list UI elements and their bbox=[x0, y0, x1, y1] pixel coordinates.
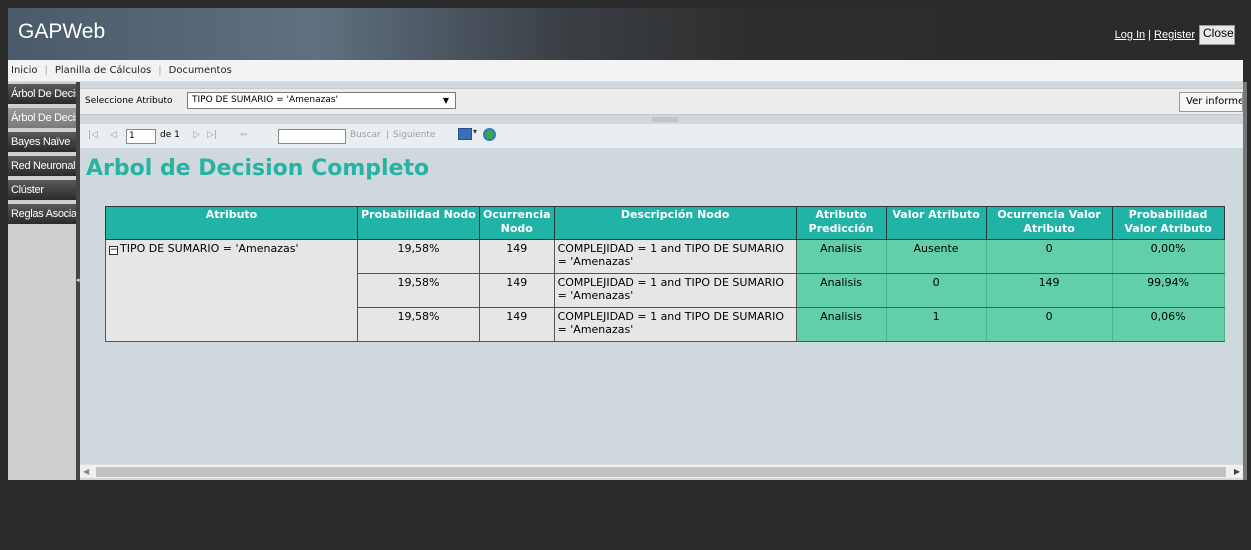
login-separator: | bbox=[1148, 29, 1152, 41]
close-button[interactable]: Close bbox=[1199, 25, 1235, 45]
column-header: Probabilidad Valor Atributo bbox=[1111, 206, 1225, 240]
find-next-link[interactable]: Siguiente bbox=[393, 130, 435, 140]
register-link[interactable]: Register bbox=[1154, 29, 1195, 41]
column-header: Descripción Nodo bbox=[553, 206, 797, 240]
search-input[interactable] bbox=[278, 129, 346, 144]
column-header: Valor Atributo bbox=[885, 206, 987, 240]
pred-cell: Analisis bbox=[795, 307, 887, 342]
page: GAPWeb Log In | Register Close Inicio | … bbox=[0, 0, 1251, 550]
login-link[interactable]: Log In bbox=[1115, 29, 1146, 41]
sidebar-item-reglas[interactable]: Reglas Asociación bbox=[8, 204, 76, 224]
prob-value-cell: 0,00% bbox=[1111, 239, 1225, 274]
pred-cell: Analisis bbox=[795, 239, 887, 274]
parameters-bar: Seleccione Atributo TIPO DE SUMARIO = 'A… bbox=[80, 88, 1243, 115]
page-count: de 1 bbox=[160, 130, 180, 140]
prob-value-cell: 0,06% bbox=[1111, 307, 1225, 342]
find-separator: | bbox=[386, 130, 390, 140]
app-title: GAPWeb bbox=[18, 20, 106, 43]
dropdown-arrow-icon: ▼ bbox=[442, 96, 449, 105]
menu-item-planilla[interactable]: Planilla de Cálculos bbox=[55, 65, 151, 76]
prob-cell: 19,58% bbox=[357, 239, 480, 274]
value-cell: 1 bbox=[885, 307, 987, 342]
collapse-toggle-icon[interactable]: − bbox=[109, 246, 118, 255]
previous-page-icon[interactable]: ◁ bbox=[110, 130, 117, 140]
report-canvas: Arbol de Decision Completo Atributo Prob… bbox=[80, 148, 1243, 464]
desc-cell: COMPLEJIDAD = 1 and TIPO DE SUMARIO = 'A… bbox=[553, 273, 797, 308]
sidebar-item-arbol-1[interactable]: Árbol De Decisión bbox=[8, 84, 76, 104]
login-area: Log In | Register Close bbox=[1115, 25, 1235, 45]
occ-value-cell: 0 bbox=[985, 239, 1113, 274]
table-row: − TIPO DE SUMARIO = 'Amenazas' 19,58% 149… bbox=[105, 239, 1225, 342]
sidebar-item-arbol-2[interactable]: Árbol De Decisión bbox=[8, 108, 76, 128]
menu-separator: | bbox=[44, 65, 48, 76]
desc-cell: COMPLEJIDAD = 1 and TIPO DE SUMARIO = 'A… bbox=[553, 239, 797, 274]
decision-tree-table: Atributo Probabilidad Nodo Ocurrencia No… bbox=[105, 206, 1225, 342]
occ-value-cell: 0 bbox=[985, 307, 1113, 342]
first-page-icon[interactable]: |◁ bbox=[88, 130, 98, 140]
attribute-select[interactable]: TIPO DE SUMARIO = 'Amenazas' ▼ bbox=[187, 92, 456, 109]
sidebar-item-red-neuronal[interactable]: Red Neuronal bbox=[8, 156, 76, 176]
occ-value-cell: 149 bbox=[985, 273, 1113, 308]
value-cell: 0 bbox=[885, 273, 987, 308]
column-header: Ocurrencia Valor Atributo bbox=[985, 206, 1113, 240]
last-page-icon[interactable]: ▷| bbox=[207, 130, 217, 140]
back-icon[interactable]: ⇦ bbox=[240, 130, 248, 140]
view-report-button[interactable]: Ver informe bbox=[1179, 92, 1243, 112]
next-page-icon[interactable]: ▷ bbox=[193, 130, 200, 140]
report-title: Arbol de Decision Completo bbox=[86, 156, 430, 181]
export-dropdown-icon[interactable]: ▾ bbox=[473, 127, 477, 136]
table-header-row: Atributo Probabilidad Nodo Ocurrencia No… bbox=[105, 206, 1225, 240]
sidebar-item-cluster[interactable]: Clúster bbox=[8, 180, 76, 200]
menu-separator: | bbox=[158, 65, 162, 76]
occ-cell: 149 bbox=[479, 273, 555, 308]
collapse-parameters-handle[interactable] bbox=[652, 117, 678, 122]
group-cell: − TIPO DE SUMARIO = 'Amenazas' bbox=[105, 239, 358, 342]
occ-cell: 149 bbox=[479, 239, 555, 274]
occ-cell: 149 bbox=[479, 307, 555, 342]
scrollbar-thumb[interactable] bbox=[96, 467, 1226, 477]
scroll-left-icon[interactable]: ◀ bbox=[83, 465, 89, 479]
menu-item-documentos[interactable]: Documentos bbox=[169, 65, 232, 76]
prob-cell: 19,58% bbox=[357, 307, 480, 342]
column-header: Atributo Predicción bbox=[795, 206, 887, 240]
export-save-icon[interactable] bbox=[458, 128, 472, 140]
horizontal-scrollbar[interactable]: ◀ ▶ bbox=[80, 464, 1243, 478]
sidebar: Árbol De Decisión Árbol De Decisión Baye… bbox=[8, 82, 76, 480]
report-toolbar: |◁ ◁ 1 de 1 ▷ ▷| ⇦ Buscar | Siguiente ▾ bbox=[80, 124, 1243, 148]
prob-cell: 19,58% bbox=[357, 273, 480, 308]
column-header: Atributo bbox=[105, 206, 358, 240]
scroll-right-icon[interactable]: ▶ bbox=[1234, 465, 1240, 479]
page-number-input[interactable]: 1 bbox=[126, 129, 156, 144]
find-link[interactable]: Buscar bbox=[350, 130, 381, 140]
pred-cell: Analisis bbox=[795, 273, 887, 308]
column-header: Ocurrencia Nodo bbox=[479, 206, 555, 240]
prob-value-cell: 99,94% bbox=[1111, 273, 1225, 308]
value-cell: Ausente bbox=[885, 239, 987, 274]
sidebar-item-bayes[interactable]: Bayes Naïve bbox=[8, 132, 76, 152]
parameter-label: Seleccione Atributo bbox=[85, 96, 173, 106]
column-header: Probabilidad Nodo bbox=[357, 206, 480, 240]
desc-cell: COMPLEJIDAD = 1 and TIPO DE SUMARIO = 'A… bbox=[553, 307, 797, 342]
report-viewer: Seleccione Atributo TIPO DE SUMARIO = 'A… bbox=[80, 82, 1243, 480]
app-header: GAPWeb Log In | Register Close bbox=[8, 8, 1243, 60]
group-label: TIPO DE SUMARIO = 'Amenazas' bbox=[120, 242, 299, 255]
menu-item-inicio[interactable]: Inicio bbox=[11, 65, 37, 76]
attribute-select-value: TIPO DE SUMARIO = 'Amenazas' bbox=[192, 95, 339, 105]
right-splitter bbox=[1243, 82, 1247, 480]
refresh-icon[interactable] bbox=[483, 128, 496, 141]
menu-bar: Inicio | Planilla de Cálculos | Document… bbox=[8, 60, 1243, 82]
